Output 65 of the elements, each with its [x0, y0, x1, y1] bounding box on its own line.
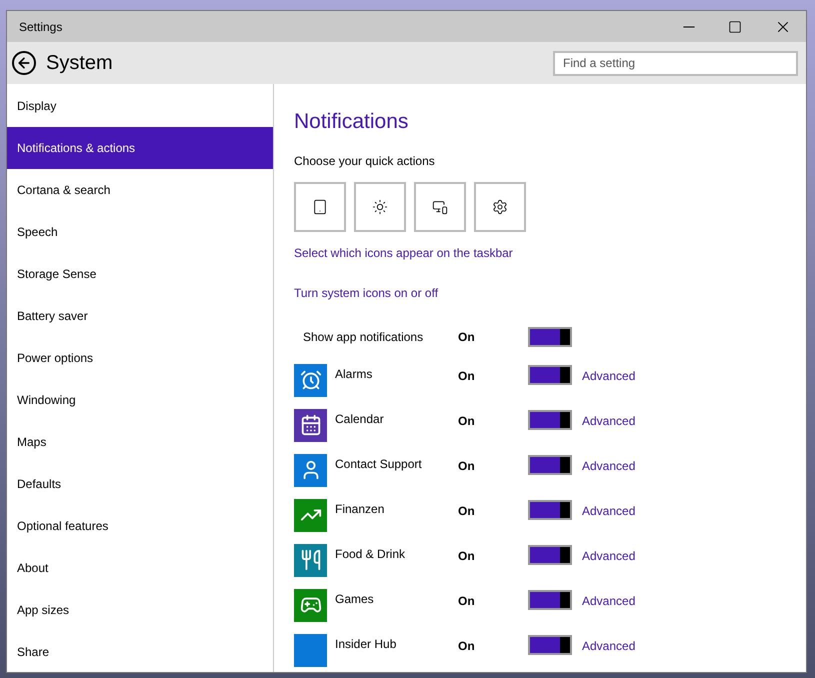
- setting-label: Show app notifications: [302, 328, 424, 346]
- app-name: Calendar: [334, 410, 385, 428]
- state-label: On: [458, 638, 476, 654]
- toggle-switch[interactable]: [528, 326, 572, 346]
- state-label: On: [458, 548, 476, 564]
- toggle-switch[interactable]: [528, 364, 572, 384]
- toggle-switch[interactable]: [528, 410, 572, 430]
- app-name: Contact Support: [334, 456, 423, 472]
- state-label: On: [458, 368, 476, 384]
- sidebar-item[interactable]: Display: [7, 85, 273, 127]
- toggle-switch[interactable]: [528, 634, 572, 654]
- monitor-icon: [432, 198, 448, 214]
- advanced-link[interactable]: Advanced: [582, 636, 636, 654]
- app-name: Insider Hub: [334, 636, 398, 652]
- sidebar-item[interactable]: Cortana & search: [7, 169, 273, 211]
- quick-action-tile[interactable]: [474, 182, 526, 232]
- state-label: On: [458, 592, 476, 610]
- sidebar-item[interactable]: Storage Sense: [7, 253, 273, 295]
- sidebar-item[interactable]: Windowing: [7, 379, 273, 421]
- calendar-icon: [300, 414, 322, 436]
- fork-knife-icon: [300, 549, 322, 571]
- quick-action-tile[interactable]: [354, 182, 406, 232]
- sidebar-item[interactable]: App sizes: [7, 589, 273, 631]
- state-label: On: [458, 412, 476, 430]
- link[interactable]: Select which icons appear on the taskbar: [294, 244, 513, 262]
- advanced-link[interactable]: Advanced: [582, 502, 636, 520]
- window-title: Settings: [19, 18, 64, 36]
- tablet-icon: [312, 198, 328, 214]
- sidebar-item[interactable]: Maps: [7, 421, 273, 463]
- sidebar-item[interactable]: Battery saver: [7, 295, 273, 337]
- advanced-link[interactable]: Advanced: [582, 546, 636, 564]
- advanced-link[interactable]: Advanced: [582, 412, 636, 430]
- toggle-switch[interactable]: [528, 544, 572, 564]
- maximize-icon[interactable]: [728, 20, 742, 34]
- app-name: Alarms: [334, 366, 374, 382]
- settings-icon: [492, 198, 508, 214]
- search-field[interactable]: Find a setting: [553, 50, 798, 76]
- page-title: System: [46, 51, 114, 76]
- back-button[interactable]: [12, 51, 36, 75]
- sidebar-item[interactable]: Share: [7, 631, 273, 673]
- state-label: On: [458, 328, 476, 346]
- alarm-clock-icon: [300, 369, 322, 391]
- sidebar-item[interactable]: Defaults: [7, 463, 273, 505]
- state-label: On: [458, 502, 476, 520]
- sidebar-item[interactable]: Notifications & actions: [7, 127, 273, 169]
- toggle-switch[interactable]: [528, 590, 572, 610]
- advanced-link[interactable]: Advanced: [582, 366, 636, 384]
- quick-action-tile[interactable]: [294, 182, 346, 232]
- app-name: Food & Drink: [334, 546, 406, 562]
- app-name: Games: [334, 590, 375, 608]
- sun-icon: [372, 198, 388, 214]
- quick-action-tile[interactable]: [414, 182, 466, 232]
- sidebar-item[interactable]: Power options: [7, 337, 273, 379]
- advanced-link[interactable]: Advanced: [582, 456, 636, 474]
- sidebar-item[interactable]: Speech: [7, 211, 273, 253]
- link[interactable]: Turn system icons on or off: [294, 284, 438, 302]
- sidebar-item[interactable]: Optional features: [7, 505, 273, 547]
- state-label: On: [458, 458, 476, 474]
- toggle-switch[interactable]: [528, 454, 572, 474]
- app-name: Finanzen: [334, 500, 386, 518]
- section-heading: Notifications: [294, 109, 410, 135]
- toggle-switch[interactable]: [528, 500, 572, 520]
- sidebar-item[interactable]: About: [7, 547, 273, 589]
- quick-actions-label: Choose your quick actions: [294, 152, 436, 170]
- advanced-link[interactable]: Advanced: [582, 592, 636, 610]
